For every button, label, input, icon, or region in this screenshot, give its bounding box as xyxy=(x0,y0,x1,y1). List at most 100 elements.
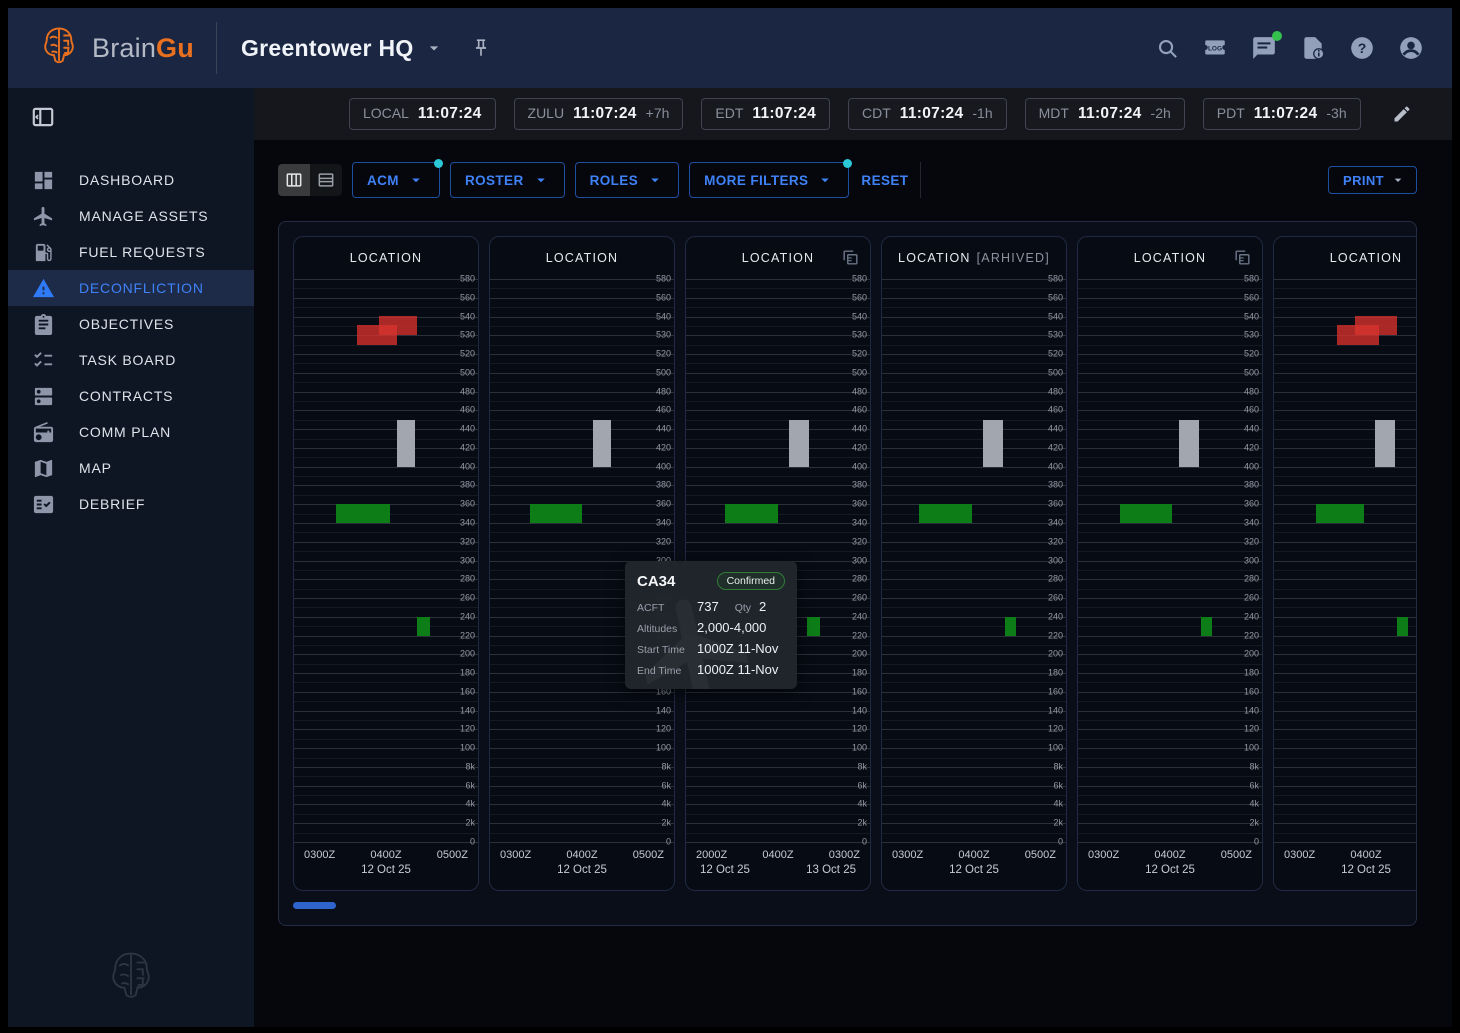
filter-acm-button[interactable]: ACM xyxy=(352,162,440,198)
gridline xyxy=(490,485,674,486)
gridline xyxy=(686,298,870,299)
gridline xyxy=(882,617,1066,618)
green-altitude-block[interactable] xyxy=(1120,504,1172,523)
green-altitude-block[interactable] xyxy=(1397,617,1408,636)
chat-icon[interactable] xyxy=(1251,35,1277,61)
gridline xyxy=(294,579,478,580)
gridline xyxy=(294,673,478,674)
green-altitude-block[interactable] xyxy=(919,504,972,523)
y-axis-label: 480 xyxy=(656,387,671,396)
green-altitude-block[interactable] xyxy=(1316,504,1364,523)
brand: BrainGu xyxy=(38,25,194,71)
stacked-list-icon xyxy=(32,385,55,408)
gridline xyxy=(882,448,1066,449)
clock-label: PDT xyxy=(1217,105,1245,121)
gray-altitude-block[interactable] xyxy=(1179,420,1199,467)
toolbar-divider xyxy=(920,162,921,198)
green-altitude-block[interactable] xyxy=(1201,617,1212,636)
search-icon[interactable] xyxy=(1156,37,1179,60)
workspace-selector[interactable]: Greentower HQ xyxy=(241,35,492,62)
log-ticket-icon[interactable]: LOG xyxy=(1202,35,1228,61)
gridline xyxy=(294,767,478,768)
sidebar-item-comm-plan[interactable]: COMM PLAN xyxy=(8,414,254,450)
help-icon[interactable]: ? xyxy=(1349,35,1375,61)
gridline-minor xyxy=(490,345,674,346)
row-view-icon[interactable] xyxy=(310,164,342,196)
sidebar-item-manage-assets[interactable]: MANAGE ASSETS xyxy=(8,198,254,234)
tooltip-callsign: CA34 xyxy=(637,573,675,590)
y-axis-label: 140 xyxy=(852,706,867,715)
y-axis-label: 8k xyxy=(661,762,671,771)
chevron-down-icon[interactable] xyxy=(424,38,444,58)
edit-clocks-icon[interactable] xyxy=(1392,104,1412,124)
y-axis-label: 100 xyxy=(656,743,671,752)
print-button[interactable]: PRINT xyxy=(1328,166,1417,194)
gridline xyxy=(882,354,1066,355)
copy-icon[interactable] xyxy=(841,248,860,267)
gridline-minor xyxy=(1274,307,1416,308)
gridline-minor xyxy=(882,607,1066,608)
green-altitude-block[interactable] xyxy=(1005,617,1016,636)
green-altitude-block[interactable] xyxy=(725,504,778,523)
gridline xyxy=(882,317,1066,318)
column-title: LOCATION xyxy=(546,251,619,265)
document-info-icon[interactable] xyxy=(1300,35,1326,61)
gridline xyxy=(1078,467,1262,468)
gridline xyxy=(1078,823,1262,824)
sidebar-item-contracts[interactable]: CONTRACTS xyxy=(8,378,254,414)
column-view-icon[interactable] xyxy=(278,164,310,196)
gridline xyxy=(1078,561,1262,562)
gridline-minor xyxy=(1274,495,1416,496)
red-altitude-block[interactable] xyxy=(379,316,418,336)
reset-button[interactable]: RESET xyxy=(849,173,920,188)
gray-altitude-block[interactable] xyxy=(789,420,809,467)
gray-altitude-block[interactable] xyxy=(1375,420,1395,467)
sidebar-item-debrief[interactable]: DEBRIEF xyxy=(8,486,254,522)
y-axis-label: 300 xyxy=(460,556,475,565)
green-altitude-block[interactable] xyxy=(417,617,430,636)
green-altitude-block[interactable] xyxy=(807,617,820,636)
gridline-minor xyxy=(1078,833,1262,834)
gridline-minor xyxy=(1078,551,1262,552)
gridline-minor xyxy=(882,739,1066,740)
sidebar-item-label: OBJECTIVES xyxy=(79,316,174,332)
sidebar-item-objectives[interactable]: OBJECTIVES xyxy=(8,306,254,342)
sidebar-collapse-icon[interactable] xyxy=(30,104,56,130)
gridline-minor xyxy=(1274,589,1416,590)
gray-altitude-block[interactable] xyxy=(397,420,415,467)
sidebar-item-deconfliction[interactable]: DECONFLICTION xyxy=(8,270,254,306)
gridline xyxy=(294,561,478,562)
y-axis-label: 360 xyxy=(460,500,475,509)
red-altitude-block[interactable] xyxy=(1355,316,1397,336)
green-altitude-block[interactable] xyxy=(336,504,389,523)
green-altitude-block[interactable] xyxy=(530,504,582,523)
sidebar-item-fuel-requests[interactable]: FUEL REQUESTS xyxy=(8,234,254,270)
y-axis-label: 100 xyxy=(852,743,867,752)
brand-name: BrainGu xyxy=(92,33,194,64)
gridline xyxy=(1078,598,1262,599)
sidebar-item-map[interactable]: MAP xyxy=(8,450,254,486)
gridline-minor xyxy=(882,514,1066,515)
gridline xyxy=(490,392,674,393)
filter-roles-button[interactable]: ROLES xyxy=(575,162,680,198)
clock-label: MDT xyxy=(1039,105,1069,121)
sidebar-item-dashboard[interactable]: DASHBOARD xyxy=(8,162,254,198)
copy-icon[interactable] xyxy=(1233,248,1252,267)
x-axis-tick: 0500Z xyxy=(437,849,468,861)
pin-icon[interactable] xyxy=(470,37,492,59)
filter-more-filters-button[interactable]: MORE FILTERS xyxy=(689,162,849,198)
gridline xyxy=(1274,392,1416,393)
gridline xyxy=(686,786,870,787)
sidebar-item-label: MAP xyxy=(79,460,112,476)
x-axis-tick: 0400Z xyxy=(762,849,793,861)
account-icon[interactable] xyxy=(1398,35,1424,61)
toolbar: ACM ROSTER ROLESMORE FILTERS RESET PRINT xyxy=(278,162,1417,198)
airplane-icon xyxy=(32,205,55,228)
gray-altitude-block[interactable] xyxy=(983,420,1003,467)
horizontal-scrollbar[interactable] xyxy=(293,902,336,909)
y-axis-label: 280 xyxy=(460,575,475,584)
filter-roster-button[interactable]: ROSTER xyxy=(450,162,565,198)
gray-altitude-block[interactable] xyxy=(593,420,611,467)
sidebar-item-task-board[interactable]: TASK BOARD xyxy=(8,342,254,378)
altitude-plot: 5805605405305205004804604404204003803603… xyxy=(1078,279,1262,842)
